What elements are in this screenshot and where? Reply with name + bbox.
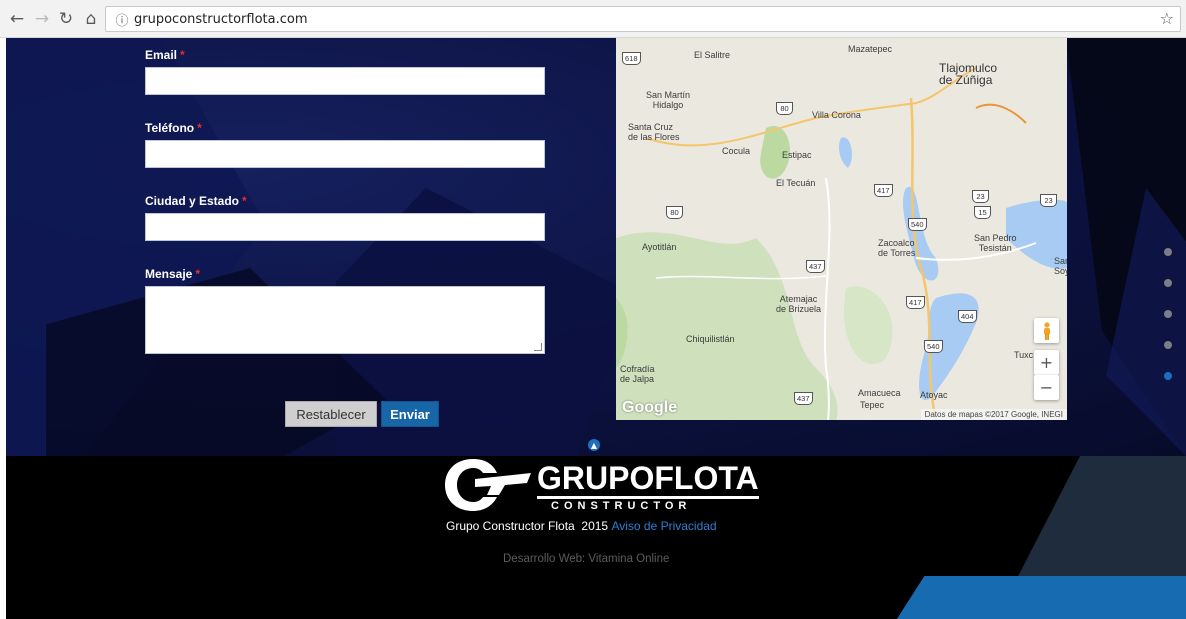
arrow-left-icon[interactable]: ←: [6, 8, 28, 30]
map-label: San Pedro Tesistán: [974, 233, 1017, 253]
city-state-field[interactable]: [145, 213, 545, 241]
copyright-text: Grupo Constructor Flota: [446, 519, 575, 533]
highway-shield: 618: [622, 52, 641, 65]
copyright-year: 2015: [581, 519, 609, 533]
map-label: Atoyac: [920, 390, 948, 400]
highway-shield: 437: [794, 392, 813, 405]
google-logo: Google: [622, 399, 678, 416]
message-label: Mensaje *: [145, 267, 201, 281]
logo-mark-icon: [445, 459, 531, 511]
dot-nav-item-active[interactable]: [1164, 372, 1172, 380]
phone-label: Teléfono *: [145, 121, 202, 135]
map-label: El Salitre: [694, 50, 731, 60]
address-bar[interactable]: ⓘ grupoconstructorflota.com ☆: [105, 6, 1181, 32]
map-label: Tlajomulco de Zúñiga: [939, 61, 998, 87]
email-field[interactable]: [145, 67, 545, 95]
dot-nav-item[interactable]: [1164, 310, 1172, 318]
highway-shield: 417: [874, 184, 893, 197]
pegman-icon[interactable]: [1034, 318, 1059, 343]
map-label: Cocula: [722, 146, 751, 156]
footer-accent-band-blue: [886, 576, 1186, 619]
browser-toolbar: ← → ↻ ⌂ ⓘ grupoconstructorflota.com ☆: [0, 0, 1186, 38]
copyright-line: Grupo Constructor Flota 2015 Aviso de Pr…: [446, 519, 717, 533]
brand-name: GRUPOFLOTA: [537, 461, 759, 499]
map-label: Cofradía de Jalpa: [620, 364, 655, 384]
map-label: Villa Corona: [812, 110, 861, 120]
map-label: Amacueca: [858, 388, 901, 398]
highway-shield: 417: [906, 296, 925, 309]
highway-shield: 80: [666, 206, 683, 219]
dot-nav-item[interactable]: [1164, 248, 1172, 256]
zoom-in-button[interactable]: +: [1034, 350, 1059, 375]
grupoflota-logo: GRUPOFLOTA CONSTRUCTOR: [443, 455, 759, 515]
dot-nav-item[interactable]: [1164, 279, 1172, 287]
map-label: Zacoalco de Torres: [878, 238, 916, 258]
highway-shield: 540: [908, 218, 927, 231]
map-label: El Tecuán: [776, 178, 816, 188]
map-label: Ayotitlán: [642, 242, 677, 252]
map-label: Mazatepec: [848, 44, 893, 54]
reset-button[interactable]: Restablecer: [285, 401, 377, 427]
highway-shield: 15: [974, 206, 991, 219]
resize-handle-icon[interactable]: [534, 343, 542, 351]
star-icon[interactable]: ☆: [1160, 9, 1174, 28]
map-label: Estipac: [782, 150, 812, 160]
message-textarea[interactable]: [145, 286, 545, 354]
highway-shield: 437: [806, 260, 825, 273]
highway-shield: 404: [958, 310, 977, 323]
highway-shield: 23: [1040, 194, 1057, 207]
developer-credit[interactable]: Desarrollo Web: Vitamina Online: [503, 553, 669, 565]
map-label: San Soy: [1054, 256, 1067, 276]
submit-button[interactable]: Enviar: [381, 401, 439, 427]
city-state-label: Ciudad y Estado *: [145, 194, 247, 208]
map-label: Chiquilistlán: [686, 334, 735, 344]
map-label: Santa Cruz de las Flores: [628, 122, 680, 142]
highway-shield: 23: [972, 190, 989, 203]
zoom-out-button[interactable]: −: [1034, 375, 1059, 400]
map-attribution: Datos de mapas ©2017 Google, INEGI: [920, 409, 1067, 420]
highway-shield: 540: [924, 340, 943, 353]
url-text[interactable]: grupoconstructorflota.com: [134, 12, 307, 27]
brand-subtitle: CONSTRUCTOR: [551, 500, 692, 512]
map-label: Tuxc: [1014, 350, 1034, 360]
home-icon[interactable]: ⌂: [80, 8, 102, 30]
privacy-link[interactable]: Aviso de Privacidad: [611, 519, 716, 533]
info-icon[interactable]: ⓘ: [114, 11, 130, 29]
reload-icon[interactable]: ↻: [55, 8, 77, 30]
highway-shield: 80: [776, 102, 793, 115]
map-label: Atemajac de Brizuela: [776, 294, 822, 314]
dot-nav-item[interactable]: [1164, 341, 1172, 349]
phone-field[interactable]: [145, 140, 545, 168]
email-label: Email *: [145, 48, 185, 62]
map-label: Tepec: [860, 400, 885, 410]
chevron-up-icon[interactable]: ▲: [588, 439, 600, 451]
map-embed[interactable]: Mazatepec El Salitre Tlajomulco de Zúñig…: [616, 38, 1067, 420]
arrow-right-icon[interactable]: →: [31, 8, 53, 30]
map-label: San Martín Hidalgo: [646, 90, 691, 110]
